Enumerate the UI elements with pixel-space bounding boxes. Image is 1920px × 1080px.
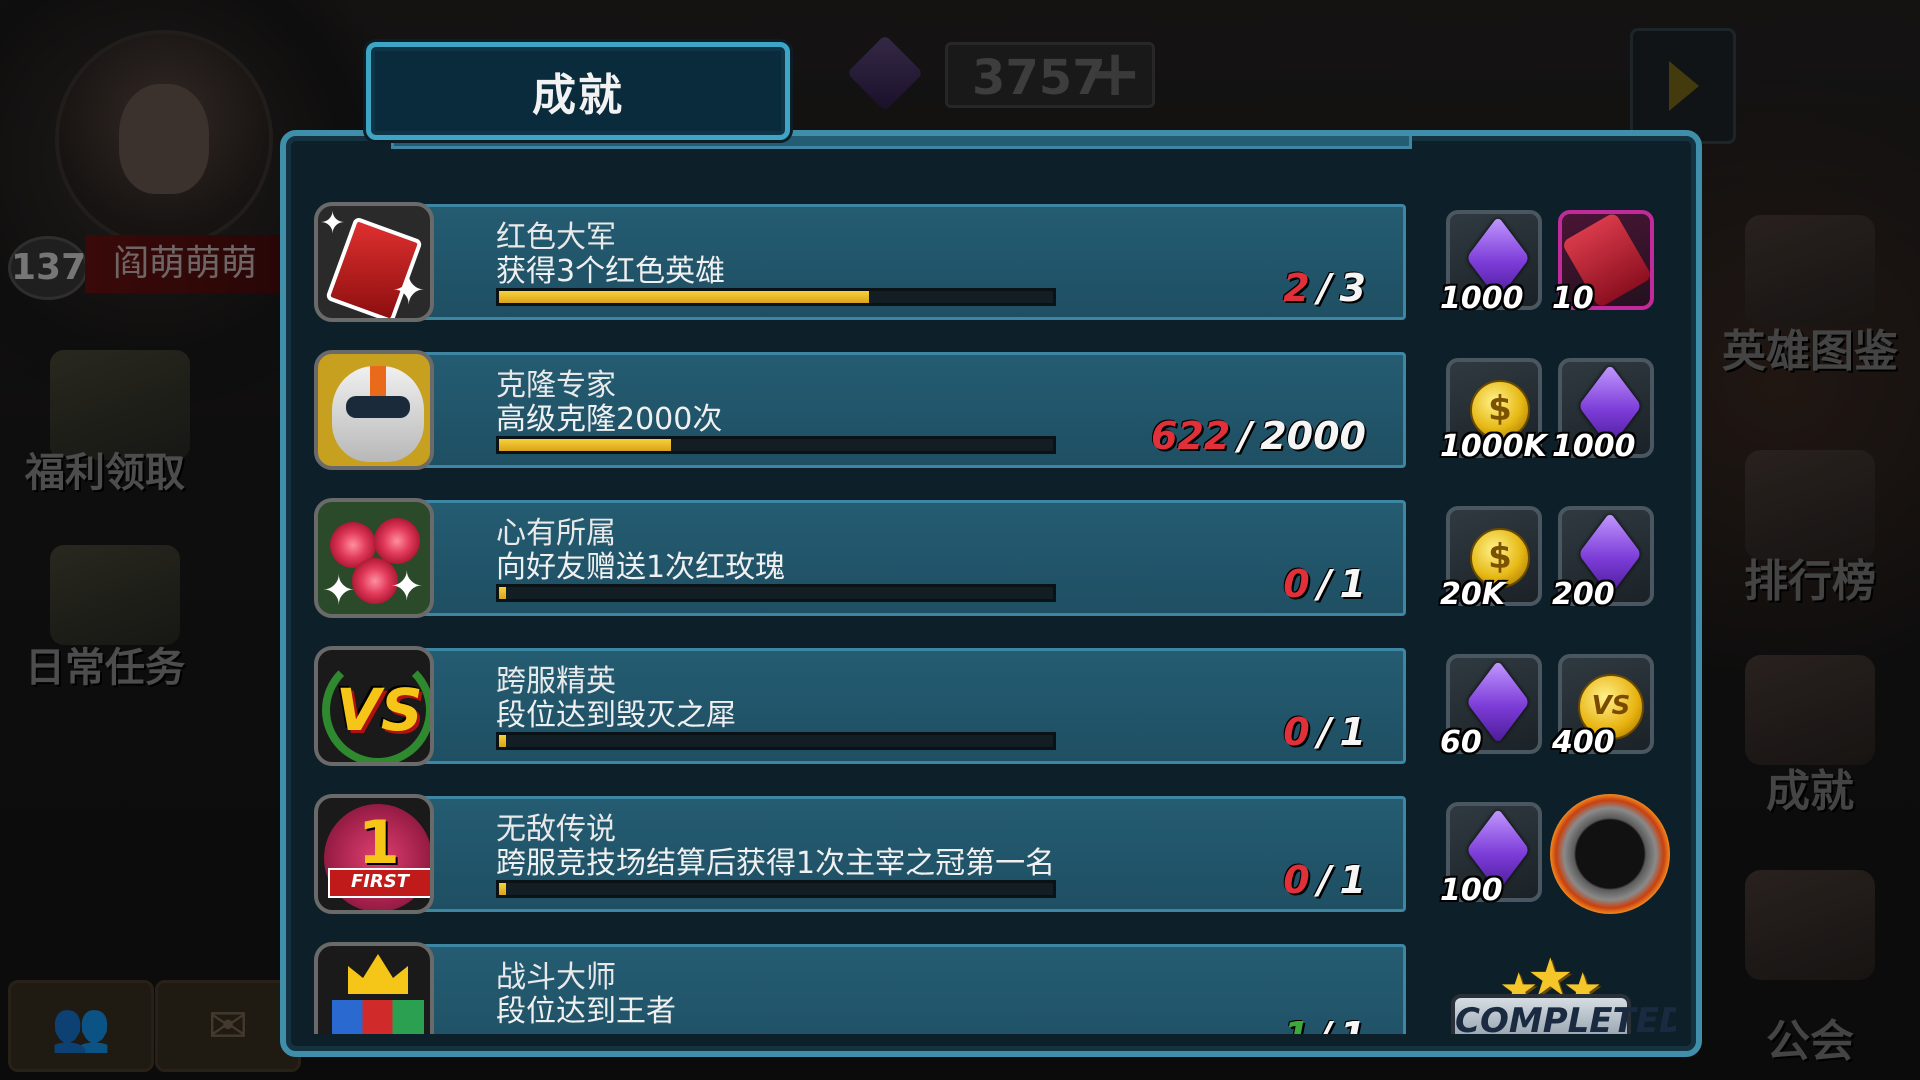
- achievement-list[interactable]: ✦ ✦ 红色大军 获得3个红色英雄 2/3 1000 10 克隆专家 高级克隆2…: [306, 136, 1676, 1034]
- reward-coin[interactable]: $20K: [1440, 506, 1542, 612]
- progress-current: 0: [1283, 710, 1310, 754]
- progress-bar: [496, 880, 1056, 898]
- progress-total: 1: [1339, 858, 1366, 902]
- achievement-row: ✦ ✦ 心有所属 向好友赠送1次红玫瑰 0/1 $20K 200: [306, 498, 1676, 620]
- progress-bar-fill: [499, 883, 506, 895]
- achievement-row: VS 跨服精英 段位达到毁灭之犀 0/1 60 VS 400: [306, 646, 1676, 768]
- avatar-frame-reward-icon[interactable]: [1550, 794, 1670, 914]
- progress-text: 0/1: [1283, 562, 1366, 606]
- progress-text: 0/1: [1283, 710, 1366, 754]
- reward-amount: 1000: [1440, 281, 1524, 316]
- reward-gem[interactable]: 200: [1552, 506, 1654, 612]
- progress-text: 2/3: [1283, 266, 1366, 310]
- achievement-row: ✦ ✦ 红色大军 获得3个红色英雄 2/3 1000 10: [306, 202, 1676, 324]
- progress-bar: [496, 732, 1056, 750]
- achievement-desc: 高级克隆2000次: [496, 402, 723, 437]
- progress-bar-fill: [499, 735, 506, 747]
- progress-total: 2000: [1260, 414, 1366, 458]
- progress-total: 1: [1340, 1014, 1366, 1034]
- progress-total: 1: [1339, 710, 1366, 754]
- progress-current: 0: [1283, 562, 1310, 606]
- progress-bar-fill: [499, 587, 506, 599]
- reward-amount: 200: [1552, 577, 1615, 612]
- progress-text: 1/1: [1283, 1014, 1366, 1034]
- reward-gem[interactable]: 100: [1440, 802, 1542, 908]
- vs-laurel-icon: VS: [314, 646, 434, 766]
- progress-current: 1: [1283, 1014, 1309, 1034]
- clone-trooper-icon: [314, 350, 434, 470]
- reward-amount: 20K: [1440, 577, 1505, 612]
- reward-gem[interactable]: 1000: [1552, 358, 1654, 464]
- achievement-row: 战斗大师 段位达到王者 1/1 ★ ★ ★ COMPLETED: [306, 942, 1676, 1034]
- reward-gem[interactable]: 1000: [1440, 210, 1542, 316]
- reward-amount: 10: [1552, 281, 1594, 316]
- panel-title: 成就: [532, 70, 624, 121]
- completed-label: COMPLETED: [1451, 994, 1676, 1034]
- roses-icon: ✦ ✦: [314, 498, 434, 618]
- progress-bar: [496, 584, 1056, 602]
- progress-current: 2: [1283, 266, 1310, 310]
- reward-gem[interactable]: 60: [1440, 654, 1542, 760]
- achievement-desc: 段位达到毁灭之犀: [496, 698, 736, 733]
- achievement-desc: 向好友赠送1次红玫瑰: [496, 550, 786, 585]
- achievement-desc: 跨服竞技场结算后获得1次主宰之冠第一名: [496, 846, 1056, 881]
- progress-bar-fill: [499, 291, 869, 303]
- progress-bar: [496, 288, 1056, 306]
- achievement-row: 克隆专家 高级克隆2000次 622/2000 $1000K 1000: [306, 350, 1676, 472]
- progress-current: 0: [1283, 858, 1310, 902]
- reward-vs-coin[interactable]: VS 400: [1552, 654, 1654, 760]
- reward-amount: 400: [1552, 725, 1615, 760]
- completed-badge: ★ ★ ★ COMPLETED: [1451, 948, 1676, 1034]
- achievement-desc: 段位达到王者: [496, 994, 676, 1029]
- reward-amount: 60: [1440, 725, 1482, 760]
- achievement-panel: ✦ ✦ 红色大军 获得3个红色英雄 2/3 1000 10 克隆专家 高级克隆2…: [280, 130, 1702, 1057]
- progress-text: 622/2000: [1151, 414, 1366, 458]
- reward-amount: 1000: [1552, 429, 1636, 464]
- achievement-desc: 获得3个红色英雄: [496, 254, 726, 289]
- crown-podium-icon: [314, 942, 434, 1034]
- progress-total: 1: [1339, 562, 1366, 606]
- red-card-icon: ✦ ✦: [314, 202, 434, 322]
- reward-amount: 100: [1440, 873, 1503, 908]
- reward-coin[interactable]: $1000K: [1440, 358, 1547, 464]
- progress-current: 622: [1151, 414, 1231, 458]
- progress-bar-fill: [499, 439, 672, 451]
- progress-bar: [496, 436, 1056, 454]
- reward-amount: 1000K: [1440, 429, 1547, 464]
- reward-scroll[interactable]: 10: [1552, 210, 1654, 316]
- achievement-row: 1 FIRST 无敌传说 跨服竞技场结算后获得1次主宰之冠第一名 0/1 100: [306, 794, 1676, 916]
- panel-title-tab: 成就: [366, 42, 790, 140]
- progress-text: 0/1: [1283, 858, 1366, 902]
- progress-total: 3: [1339, 266, 1366, 310]
- first-place-icon: 1 FIRST: [314, 794, 434, 914]
